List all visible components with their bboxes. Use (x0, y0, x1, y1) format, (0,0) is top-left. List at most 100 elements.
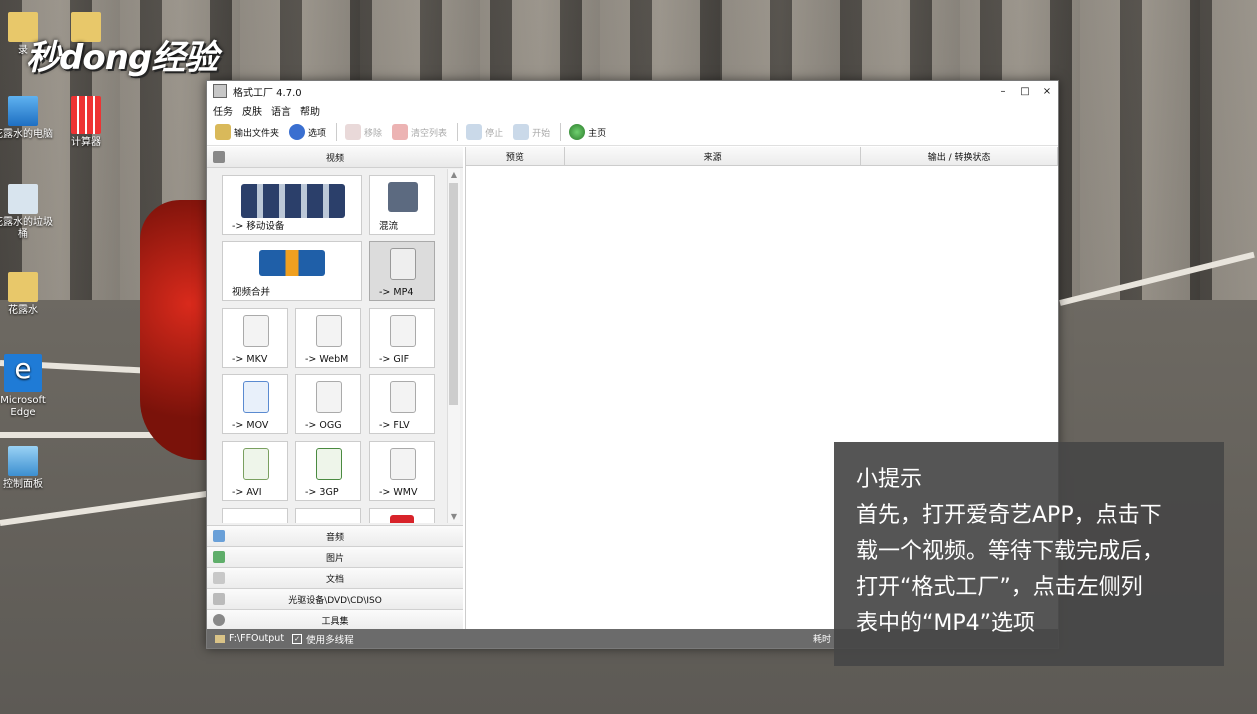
category-document[interactable]: 文档 (207, 567, 463, 588)
video-tiles: -> 移动设备 混流 视频合并 -> MP4 -> MKV -> WebM ->… (222, 175, 447, 523)
remove-button[interactable]: 移除 (345, 124, 382, 140)
options-button[interactable]: 选项 (289, 124, 326, 140)
clear-icon (392, 124, 409, 140)
picture-icon (213, 551, 225, 563)
globe-icon (569, 124, 586, 140)
stop-button[interactable]: 停止 (466, 124, 503, 140)
category-list: 音频 图片 文档 光驱设备\DVD\CD\ISO 工具集 (207, 525, 463, 630)
gear-icon (289, 124, 306, 140)
tile-mov[interactable]: -> MOV (222, 374, 288, 434)
column-output-status[interactable]: 输出 / 转换状态 (861, 147, 1058, 165)
tip-line: 载一个视频。等待下载完成后， (856, 539, 1165, 564)
webm-file-icon (316, 315, 342, 347)
minimize-button[interactable]: – (992, 86, 1014, 97)
column-preview[interactable]: 预览 (466, 147, 565, 165)
tip-overlay: 小提示 首先，打开爱奇艺APP，点击下 载一个视频。等待下载完成后， 打开“格式… (834, 442, 1224, 666)
menu-bar: 任务 皮肤 语言 帮助 (207, 101, 1058, 119)
toolbar-separator (457, 123, 459, 141)
desktop-icon-control-panel[interactable]: 控制面板 (0, 446, 54, 491)
category-toolset[interactable]: 工具集 (207, 609, 463, 630)
tile-video-join[interactable]: 视频合并 (222, 241, 362, 301)
app-icon (213, 84, 227, 98)
category-audio[interactable]: 音频 (207, 525, 463, 546)
folder-icon (8, 272, 38, 302)
close-button[interactable]: × (1036, 86, 1058, 97)
menu-help[interactable]: 帮助 (300, 103, 320, 118)
maximize-button[interactable]: □ (1014, 86, 1036, 97)
avi-file-icon (243, 448, 269, 480)
tile-mobile-device[interactable]: -> 移动设备 (222, 175, 362, 235)
category-optical-drive[interactable]: 光驱设备\DVD\CD\ISO (207, 588, 463, 609)
start-icon (513, 124, 530, 140)
tile-mkv[interactable]: -> MKV (222, 308, 288, 368)
film-icon (213, 151, 225, 163)
desktop-icon-calculator[interactable]: 计算器 (55, 96, 117, 149)
tiles-scrollbar[interactable]: ▲ ▼ (447, 169, 460, 523)
toolbar: 输出文件夹 选项 移除 清空列表 停止 开始 主页 (207, 119, 1058, 146)
ogg-file-icon (316, 381, 342, 413)
window-title: 格式工厂 4.7.0 (233, 87, 302, 99)
computer-icon (8, 96, 38, 126)
folder-icon (215, 124, 231, 140)
menu-task[interactable]: 任务 (213, 103, 233, 118)
tip-title: 小提示 (856, 467, 923, 492)
clear-list-button[interactable]: 清空列表 (392, 124, 447, 140)
tile-flv[interactable]: -> FLV (369, 374, 435, 434)
tile-mpeg[interactable] (222, 508, 288, 523)
calculator-icon (71, 96, 101, 134)
disc-drive-icon (213, 593, 225, 605)
tile-avi[interactable]: -> AVI (222, 441, 288, 501)
gif-file-icon (390, 315, 416, 347)
desktop-icon-user-folder[interactable]: 花露水 (0, 272, 54, 317)
scroll-up-icon[interactable]: ▲ (448, 169, 460, 181)
multithread-checkbox[interactable]: ✓ 使用多线程 (292, 632, 354, 646)
folder-icon (215, 634, 225, 643)
tile-vob[interactable] (295, 508, 361, 523)
scrollbar-thumb[interactable] (449, 183, 458, 405)
tip-line: 表中的“MP4”选项 (856, 611, 1036, 636)
wallpaper-red-car (140, 200, 210, 460)
tools-icon (213, 614, 225, 626)
toolbar-separator (560, 123, 562, 141)
menu-language[interactable]: 语言 (271, 103, 291, 118)
document-icon (213, 572, 225, 584)
task-table-header: 预览 来源 输出 / 转换状态 (466, 147, 1058, 166)
mkv-file-icon (243, 315, 269, 347)
mov-file-icon (243, 381, 269, 413)
tile-mux[interactable]: 混流 (369, 175, 435, 235)
tile-mp4[interactable]: -> MP4 (369, 241, 435, 301)
home-button[interactable]: 主页 (569, 124, 606, 140)
desktop-icon-computer[interactable]: 花露水的电脑 (0, 96, 54, 141)
toolbar-separator (336, 123, 338, 141)
3gp-file-icon (316, 448, 342, 480)
video-join-icon (259, 250, 325, 276)
tile-webm[interactable]: -> WebM (295, 308, 361, 368)
desktop-icon-edge[interactable]: e Microsoft Edge (0, 354, 54, 419)
wmv-file-icon (390, 448, 416, 480)
start-button[interactable]: 开始 (513, 124, 550, 140)
scroll-down-icon[interactable]: ▼ (448, 511, 460, 523)
desktop-icon-recycle-bin[interactable]: 花露水的垃圾桶 (0, 184, 54, 241)
tile-wmv[interactable]: -> WMV (369, 441, 435, 501)
music-icon (213, 530, 225, 542)
swf-file-icon (390, 515, 414, 523)
recycle-bin-icon (8, 184, 38, 214)
output-folder-button[interactable]: 输出文件夹 (215, 124, 279, 140)
tip-line: 首先，打开爱奇艺APP，点击下 (856, 503, 1162, 528)
tile-gif[interactable]: -> GIF (369, 308, 435, 368)
elapsed-label: 耗时 (813, 635, 832, 645)
tile-ogg[interactable]: -> OGG (295, 374, 361, 434)
edge-icon: e (4, 354, 42, 392)
title-bar: 格式工厂 4.7.0 – □ × (207, 81, 1058, 101)
column-source[interactable]: 来源 (565, 147, 862, 165)
category-video-header[interactable]: 视频 (207, 147, 463, 168)
site-logo: 秒dong经验 (26, 38, 218, 78)
stop-icon (466, 124, 483, 140)
tile-3gp[interactable]: -> 3GP (295, 441, 361, 501)
mp4-file-icon (390, 248, 416, 280)
menu-skin[interactable]: 皮肤 (242, 103, 262, 118)
category-image[interactable]: 图片 (207, 546, 463, 567)
output-path[interactable]: F:\FFOutput (215, 633, 284, 644)
remove-icon (345, 124, 362, 140)
tile-swf[interactable] (369, 508, 435, 523)
